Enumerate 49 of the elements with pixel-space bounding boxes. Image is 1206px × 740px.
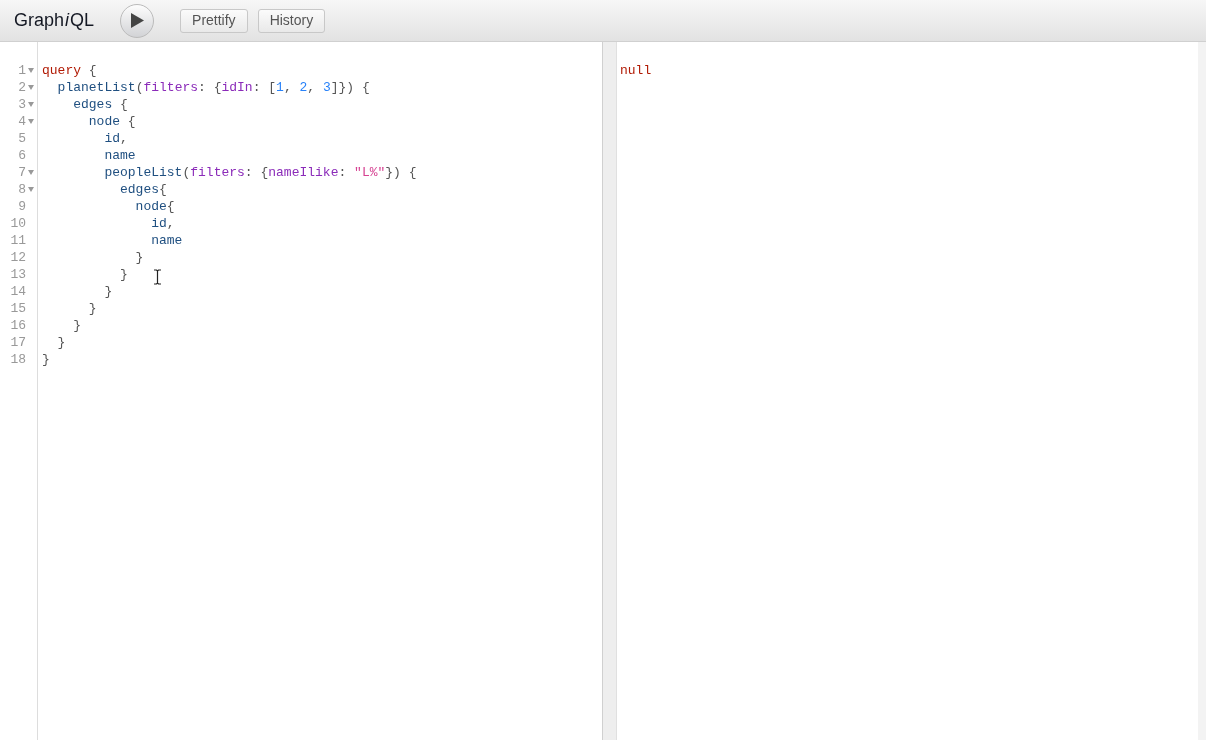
fold-icon[interactable]	[28, 119, 34, 124]
code-line: planetList(filters: {idIn: [1, 2, 3]}) {	[56, 79, 370, 96]
line-number: 3	[18, 96, 26, 113]
code-line: }	[134, 249, 144, 266]
toolbar-button[interactable]: History	[257, 8, 326, 33]
line-number: 16	[10, 317, 26, 334]
code-line: id,	[150, 215, 175, 232]
code-line: edges {	[72, 96, 128, 113]
line-number: 1	[18, 62, 26, 79]
code-line: query {	[42, 62, 97, 79]
code-line: node {	[87, 113, 136, 130]
text-cursor-icon	[153, 269, 162, 285]
code-line: edges{	[119, 181, 167, 198]
line-number: 8	[18, 181, 26, 198]
app-title: GraphiQL	[14, 9, 95, 32]
line-number: 18	[10, 351, 26, 368]
fold-icon[interactable]	[28, 68, 34, 73]
code-line: peopleList(filters: {nameIlike: "L%"}) {	[103, 164, 417, 181]
code-line: name	[150, 232, 183, 249]
line-number: 9	[18, 198, 26, 215]
fold-icon[interactable]	[28, 85, 34, 90]
code-line: }	[87, 300, 97, 317]
line-number: 11	[10, 232, 26, 249]
line-number: 15	[10, 300, 26, 317]
toolbar-button[interactable]: Prettify	[180, 8, 248, 33]
fold-icon[interactable]	[28, 187, 34, 192]
result-text: null	[620, 62, 653, 79]
fold-icon[interactable]	[28, 170, 34, 175]
line-number: 17	[10, 334, 26, 351]
line-number: 10	[10, 215, 26, 232]
line-number: 4	[18, 113, 26, 130]
line-number: 7	[18, 164, 26, 181]
code-line: node{	[134, 198, 175, 215]
fold-icon[interactable]	[28, 102, 34, 107]
execute-button[interactable]	[120, 3, 155, 38]
code-line: }	[56, 334, 66, 351]
line-number: 5	[18, 130, 26, 147]
code-line: }	[42, 351, 50, 368]
code-line: }	[119, 266, 128, 283]
code-line: }	[72, 317, 81, 334]
code-line: id,	[103, 130, 128, 147]
line-number: 14	[10, 283, 26, 300]
line-number: 2	[18, 79, 26, 96]
line-number: 13	[10, 266, 26, 283]
code-line: }	[103, 283, 113, 300]
code-line: name	[103, 147, 136, 164]
line-number: 6	[18, 147, 26, 164]
line-number: 12	[10, 249, 26, 266]
play-icon	[130, 13, 144, 28]
